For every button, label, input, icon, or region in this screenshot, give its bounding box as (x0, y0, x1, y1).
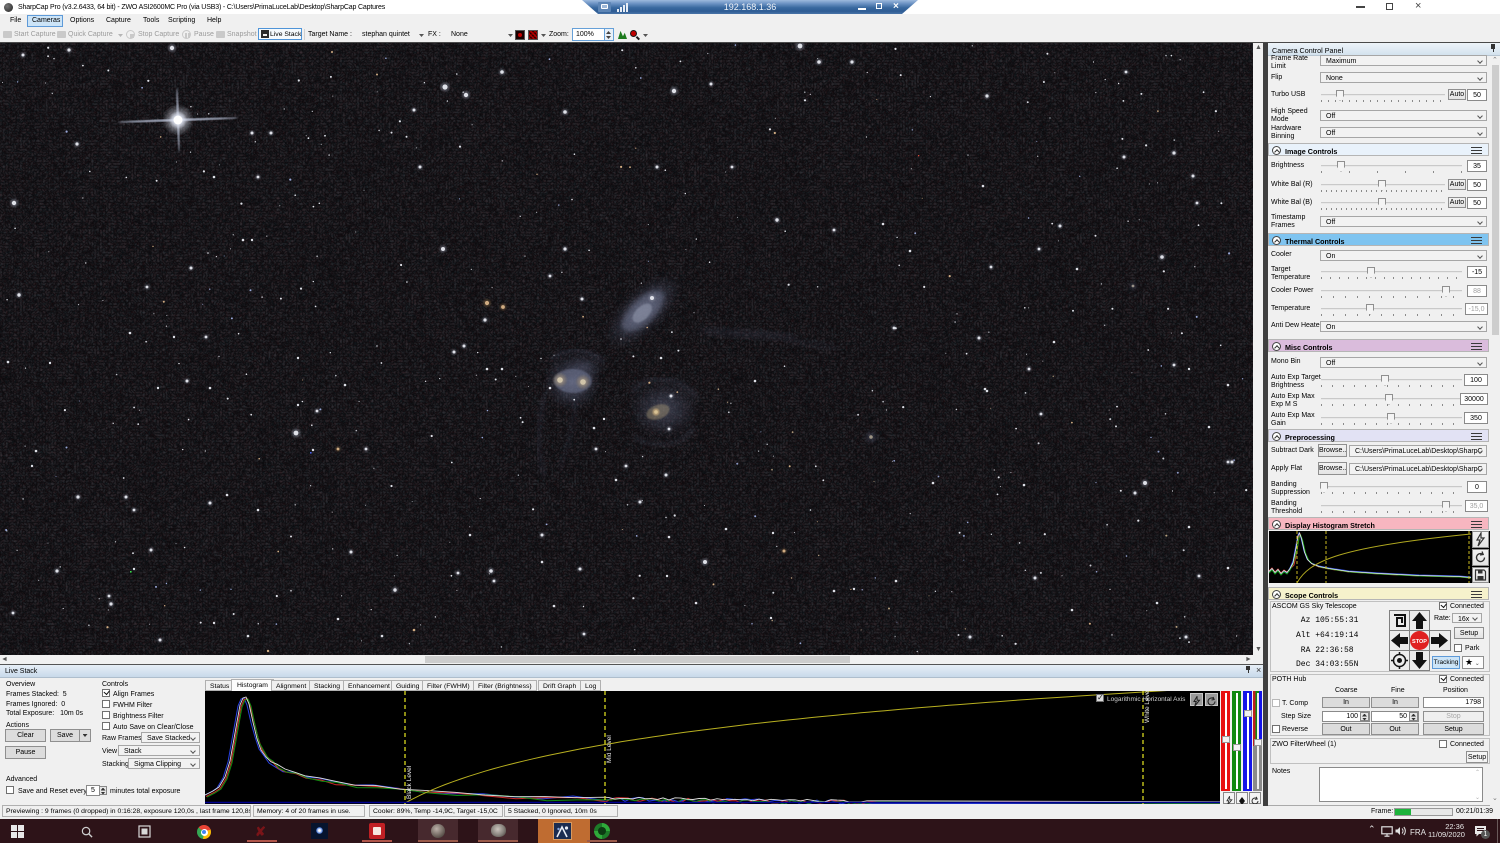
svg-text:Black Level: Black Level (406, 765, 413, 799)
svg-text:Mid Level: Mid Level (606, 735, 613, 763)
svg-text:STOP: STOP (1412, 639, 1427, 645)
